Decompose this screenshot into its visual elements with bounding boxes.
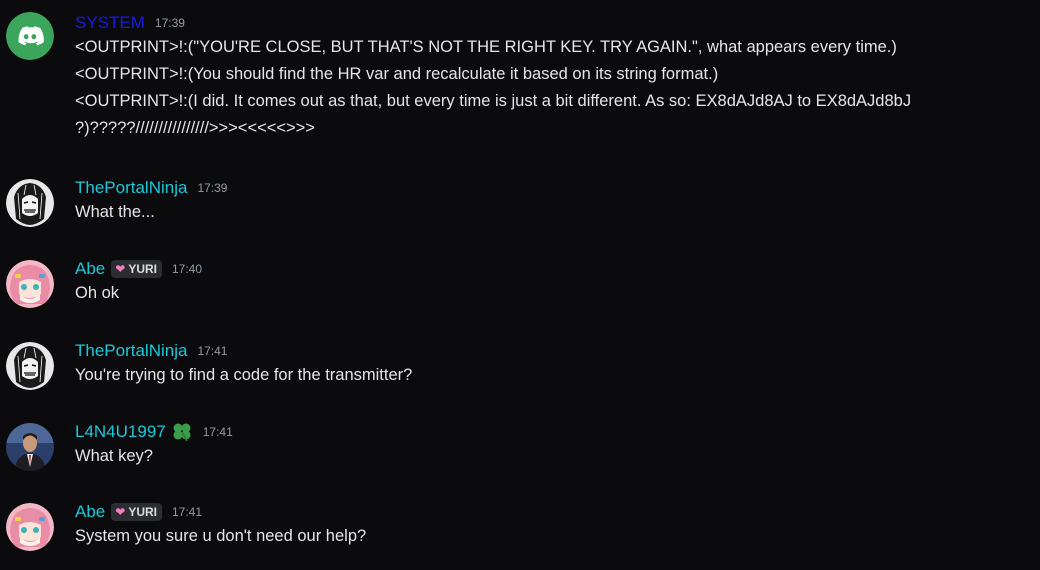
manga-face-avatar[interactable] [6, 342, 54, 390]
heart-icon: ❤ [115, 262, 126, 276]
timestamp: 17:40 [171, 262, 203, 276]
message-line: System you sure u don't need our help? [75, 527, 367, 545]
role-tag[interactable]: ❤ YURI [111, 260, 162, 278]
message-line: ?)?????////////////////>>><<<<<>>> [75, 119, 315, 137]
suited-man-avatar[interactable] [6, 423, 54, 471]
username[interactable]: ThePortalNinja [75, 341, 187, 361]
message-line: What the... [75, 203, 155, 221]
message-line: <OUTPRINT>!:(You should find the HR var … [75, 65, 719, 83]
username[interactable]: Abe [75, 259, 105, 279]
timestamp: 17:41 [197, 344, 228, 358]
timestamp: 17:39 [197, 181, 228, 195]
timestamp: 17:41 [202, 425, 233, 439]
message-line: You're trying to find a code for the tra… [75, 366, 413, 384]
role-tag[interactable]: ❤ YURI [111, 503, 162, 521]
pink-hair-avatar[interactable] [6, 503, 54, 551]
clover-icon [171, 422, 193, 442]
message-line: What key? [75, 447, 153, 465]
role-tag-label: YURI [128, 505, 157, 519]
heart-icon: ❤ [115, 505, 126, 519]
role-tag-label: YURI [128, 262, 157, 276]
username[interactable]: Abe [75, 502, 105, 522]
timestamp: 17:41 [171, 505, 203, 519]
message-line: <OUTPRINT>!:(I did. It comes out as that… [75, 92, 912, 110]
discord-logo-icon[interactable] [6, 12, 54, 60]
username[interactable]: ThePortalNinja [75, 178, 187, 198]
message-line: Oh ok [75, 284, 120, 302]
username[interactable]: SYSTEM [75, 13, 145, 33]
timestamp: 17:39 [154, 16, 185, 30]
message-line: <OUTPRINT>!:("YOU'RE CLOSE, BUT THAT'S N… [75, 38, 897, 56]
manga-face-avatar[interactable] [6, 179, 54, 227]
pink-hair-avatar[interactable] [6, 260, 54, 308]
username[interactable]: L4N4U1997 [75, 422, 166, 442]
chat-log: SYSTEM 17:39 <OUTPRINT>!:("YOU'RE CLOSE,… [0, 0, 1040, 570]
